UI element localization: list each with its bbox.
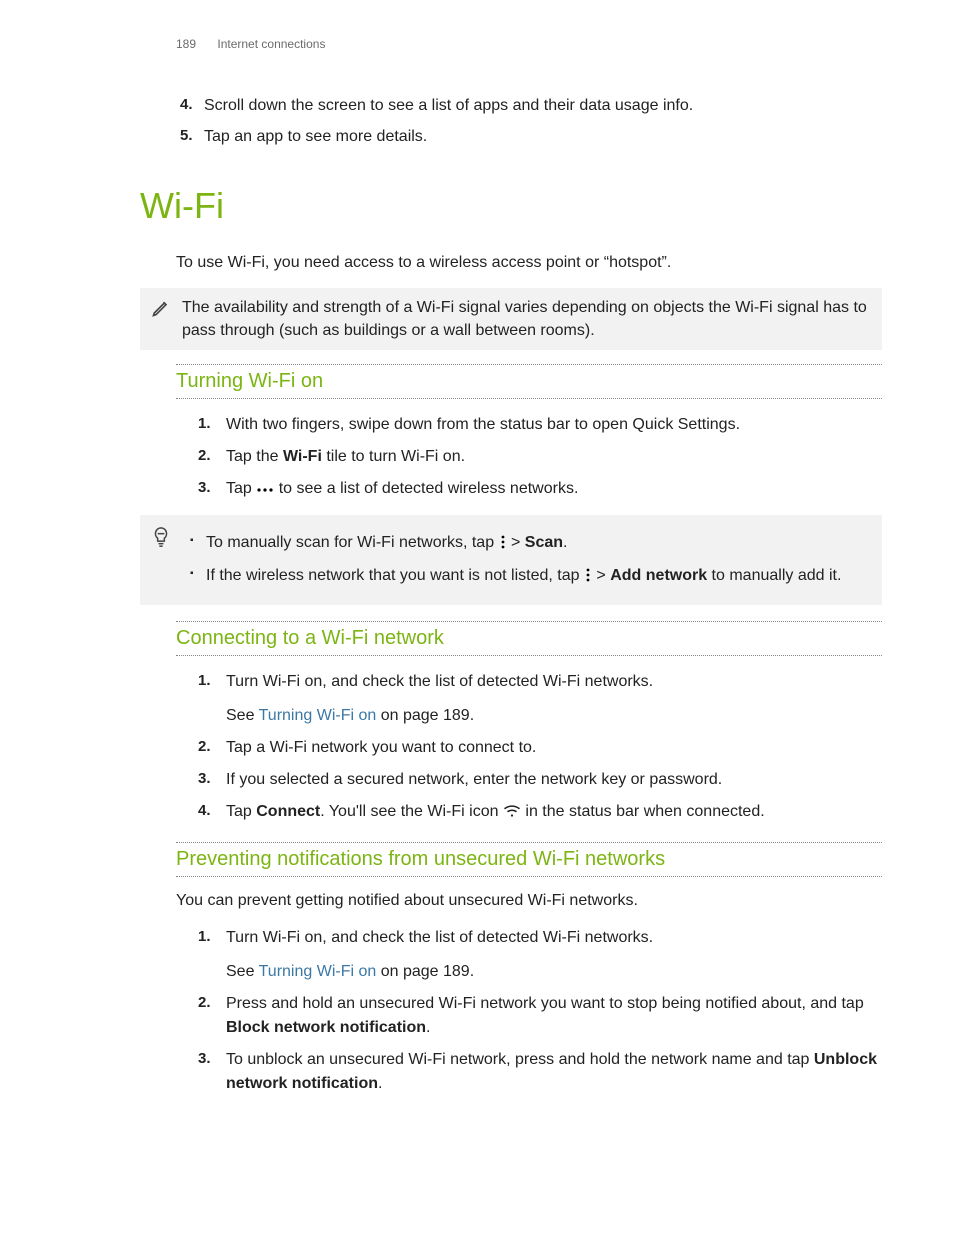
- step: Tap a Wi-Fi network you want to connect …: [202, 732, 882, 764]
- note-text: The availability and strength of a Wi-Fi…: [182, 296, 872, 342]
- step: To unblock an unsecured Wi-Fi network, p…: [202, 1044, 882, 1100]
- step: If you selected a secured network, enter…: [202, 764, 882, 796]
- xref-link[interactable]: Turning Wi-Fi on: [259, 707, 377, 724]
- page: 189 Internet connections Scroll down the…: [0, 0, 954, 1235]
- step-substep: See Turning Wi-Fi on on page 189.: [226, 960, 882, 984]
- step: Turn Wi-Fi on, and check the list of det…: [202, 666, 882, 732]
- xref-link[interactable]: Turning Wi-Fi on: [259, 963, 377, 980]
- tip-list: To manually scan for Wi-Fi networks, tap…: [190, 527, 872, 593]
- tip-item: To manually scan for Wi-Fi networks, tap…: [190, 527, 872, 560]
- subhead-preventing: Preventing notifications from unsecured …: [176, 845, 882, 877]
- section-intro: You can prevent getting notified about u…: [176, 889, 882, 912]
- step: Press and hold an unsecured Wi-Fi networ…: [202, 988, 882, 1044]
- page-number: 189: [176, 37, 196, 51]
- step: Tap the Wi-Fi tile to turn Wi-Fi on.: [202, 441, 882, 473]
- carryover-step-5: Tap an app to see more details.: [180, 121, 882, 152]
- step: Turn Wi-Fi on, and check the list of det…: [202, 922, 882, 988]
- page-title: Wi-Fi: [140, 180, 882, 232]
- connecting-steps: Turn Wi-Fi on, and check the list of det…: [202, 666, 882, 828]
- more-vertical-icon: [584, 568, 592, 582]
- turning-on-steps: With two fingers, swipe down from the st…: [202, 409, 882, 505]
- subhead-connecting: Connecting to a Wi-Fi network: [176, 624, 882, 656]
- carryover-step-4: Scroll down the screen to see a list of …: [180, 90, 882, 121]
- rule: [176, 621, 882, 622]
- carryover-step-list: Scroll down the screen to see a list of …: [180, 90, 882, 152]
- subhead-turning-on: Turning Wi-Fi on: [176, 367, 882, 399]
- step: With two fingers, swipe down from the st…: [202, 409, 882, 441]
- more-horizontal-icon: [256, 485, 274, 495]
- pencil-icon: [146, 296, 176, 318]
- step: Tap Connect. You'll see the Wi-Fi icon i…: [202, 796, 882, 828]
- intro-paragraph: To use Wi-Fi, you need access to a wirel…: [176, 251, 882, 274]
- note-box: The availability and strength of a Wi-Fi…: [140, 288, 882, 350]
- tip-item: If the wireless network that you want is…: [190, 560, 872, 593]
- step: Tap to see a list of detected wireless n…: [202, 473, 882, 505]
- wifi-icon: [503, 804, 521, 818]
- section-title: Internet connections: [217, 37, 325, 51]
- preventing-steps: Turn Wi-Fi on, and check the list of det…: [202, 922, 882, 1100]
- rule: [176, 842, 882, 843]
- more-vertical-icon: [499, 535, 507, 549]
- rule: [176, 364, 882, 365]
- tip-box: To manually scan for Wi-Fi networks, tap…: [140, 515, 882, 605]
- step-substep: See Turning Wi-Fi on on page 189.: [226, 704, 882, 728]
- lightbulb-icon: [146, 523, 176, 549]
- running-header: 189 Internet connections: [176, 36, 325, 53]
